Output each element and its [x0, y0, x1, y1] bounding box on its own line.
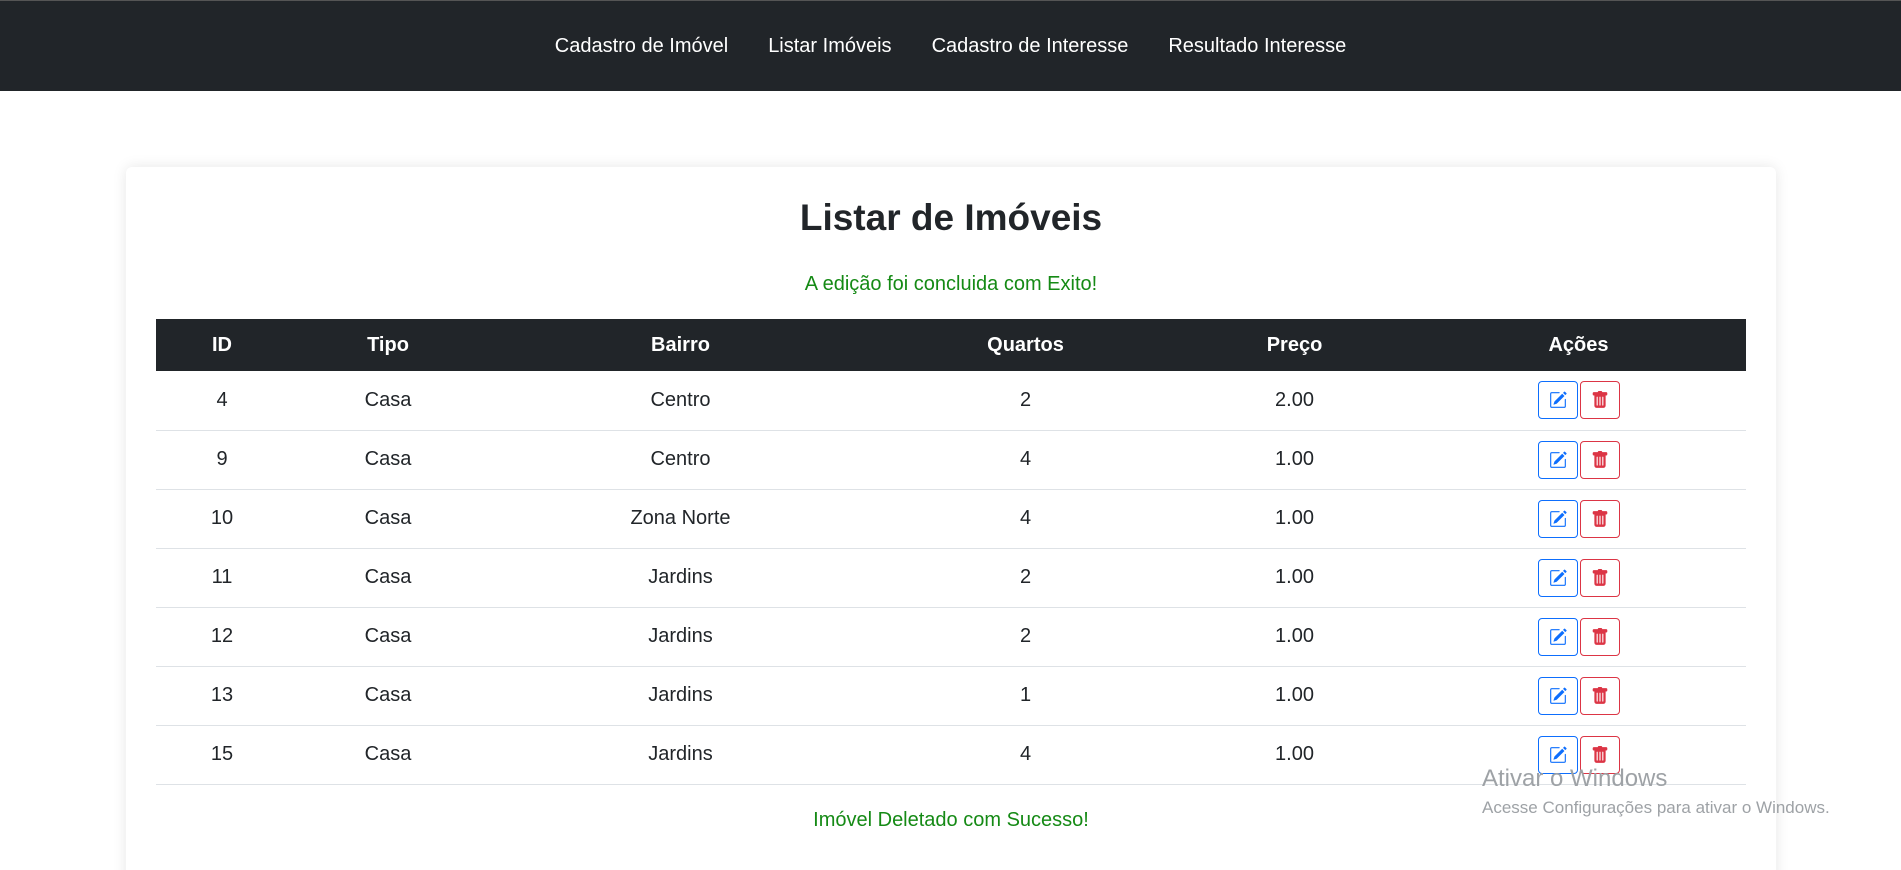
cell-acoes — [1411, 607, 1746, 667]
edit-button[interactable] — [1537, 735, 1578, 774]
nav-cadastro-imovel[interactable]: Cadastro de Imóvel — [535, 35, 748, 58]
edit-icon — [1549, 628, 1567, 646]
nav-cadastro-interesse[interactable]: Cadastro de Interesse — [912, 35, 1149, 58]
table-header-row: ID Tipo Bairro Quartos Preço Ações — [156, 319, 1746, 371]
cell-tipo: Casa — [288, 371, 488, 431]
cell-tipo: Casa — [288, 666, 488, 726]
cell-id: 9 — [156, 430, 288, 490]
trash-icon — [1591, 391, 1609, 409]
page-title: Listar de Imóveis — [799, 197, 1103, 238]
cell-id: 13 — [156, 666, 288, 726]
cell-acoes — [1411, 371, 1746, 431]
header-tipo: Tipo — [288, 319, 488, 371]
delete-button[interactable] — [1579, 440, 1620, 479]
cell-quartos: 4 — [873, 489, 1178, 549]
table-row: 10 Casa Zona Norte 4 1.00 — [156, 489, 1746, 549]
cell-acoes — [1411, 548, 1746, 608]
cell-acoes — [1411, 489, 1746, 549]
edit-button[interactable] — [1537, 440, 1578, 479]
delete-message: Imóvel Deletado com Sucesso! — [813, 809, 1089, 831]
trash-icon — [1591, 509, 1609, 528]
cell-bairro: Centro — [488, 371, 873, 431]
cell-acoes — [1411, 725, 1746, 785]
trash-icon — [1591, 745, 1609, 764]
cell-id: 11 — [156, 548, 288, 608]
listing-card: Listar de Imóveis A edição foi concluida… — [126, 167, 1776, 870]
cell-quartos: 2 — [873, 371, 1178, 431]
table-row: 9 Casa Centro 4 1.00 — [156, 430, 1746, 490]
nav-listar-imoveis[interactable]: Listar Imóveis — [748, 35, 911, 58]
cell-tipo: Casa — [288, 489, 488, 549]
cell-quartos: 4 — [873, 725, 1178, 785]
cell-bairro: Jardins — [488, 666, 873, 726]
delete-button[interactable] — [1579, 499, 1620, 538]
edit-icon — [1549, 687, 1567, 705]
table-row: 4 Casa Centro 2 2.00 — [156, 371, 1746, 431]
trash-icon — [1591, 450, 1609, 469]
cell-quartos: 2 — [873, 548, 1178, 608]
cell-id: 10 — [156, 489, 288, 549]
edit-button[interactable] — [1537, 381, 1578, 420]
delete-button[interactable] — [1579, 381, 1620, 420]
header-bairro: Bairro — [488, 319, 873, 371]
table-row: 13 Casa Jardins 1 1.00 — [156, 666, 1746, 726]
header-acoes: Ações — [1411, 319, 1746, 371]
cell-preco: 2.00 — [1178, 371, 1411, 431]
cell-bairro: Jardins — [488, 548, 873, 608]
delete-button[interactable] — [1579, 676, 1620, 715]
cell-acoes — [1411, 666, 1746, 726]
trash-icon — [1591, 686, 1609, 705]
cell-acoes — [1411, 430, 1746, 490]
table-row: 12 Casa Jardins 2 1.00 — [156, 607, 1746, 667]
delete-button[interactable] — [1579, 558, 1620, 597]
cell-id: 4 — [156, 371, 288, 431]
cell-tipo: Casa — [288, 430, 488, 490]
cell-preco: 1.00 — [1178, 725, 1411, 785]
nav-resultado-interesse[interactable]: Resultado Interesse — [1148, 35, 1366, 58]
trash-icon — [1591, 627, 1609, 646]
edit-button[interactable] — [1537, 558, 1578, 597]
cell-quartos: 1 — [873, 666, 1178, 726]
header-id: ID — [156, 319, 288, 371]
cell-bairro: Jardins — [488, 725, 873, 785]
edit-icon — [1549, 510, 1567, 528]
trash-icon — [1591, 568, 1609, 587]
table-body: 4 Casa Centro 2 2.00 9 Casa Centro 4 1.00 10 Casa Zo… — [156, 371, 1746, 785]
properties-table: ID Tipo Bairro Quartos Preço Ações 4 Casa… — [156, 319, 1746, 785]
cell-preco: 1.00 — [1178, 666, 1411, 726]
delete-button[interactable] — [1579, 617, 1620, 656]
table-row: 15 Casa Jardins 4 1.00 — [156, 725, 1746, 785]
cell-bairro: Centro — [488, 430, 873, 490]
cell-tipo: Casa — [288, 607, 488, 667]
cell-preco: 1.00 — [1178, 489, 1411, 549]
table-row: 11 Casa Jardins 2 1.00 — [156, 548, 1746, 608]
header-quartos: Quartos — [873, 319, 1178, 371]
header-preco: Preço — [1178, 319, 1411, 371]
cell-preco: 1.00 — [1178, 548, 1411, 608]
cell-id: 12 — [156, 607, 288, 667]
edit-icon — [1549, 746, 1567, 764]
cell-quartos: 2 — [873, 607, 1178, 667]
cell-preco: 1.00 — [1178, 607, 1411, 667]
edit-button[interactable] — [1537, 676, 1578, 715]
edit-button[interactable] — [1537, 499, 1578, 538]
edit-button[interactable] — [1537, 617, 1578, 656]
top-navbar: Cadastro de Imóvel Listar Imóveis Cadast… — [0, 0, 1901, 91]
edit-icon — [1549, 451, 1567, 469]
cell-preco: 1.00 — [1178, 430, 1411, 490]
delete-button[interactable] — [1579, 735, 1620, 774]
cell-id: 15 — [156, 725, 288, 785]
edit-icon — [1549, 391, 1567, 409]
cell-bairro: Zona Norte — [488, 489, 873, 549]
cell-quartos: 4 — [873, 430, 1178, 490]
success-message: A edição foi concluida com Exito! — [804, 273, 1098, 295]
cell-tipo: Casa — [288, 548, 488, 608]
cell-bairro: Jardins — [488, 607, 873, 667]
edit-icon — [1549, 569, 1567, 587]
cell-tipo: Casa — [288, 725, 488, 785]
